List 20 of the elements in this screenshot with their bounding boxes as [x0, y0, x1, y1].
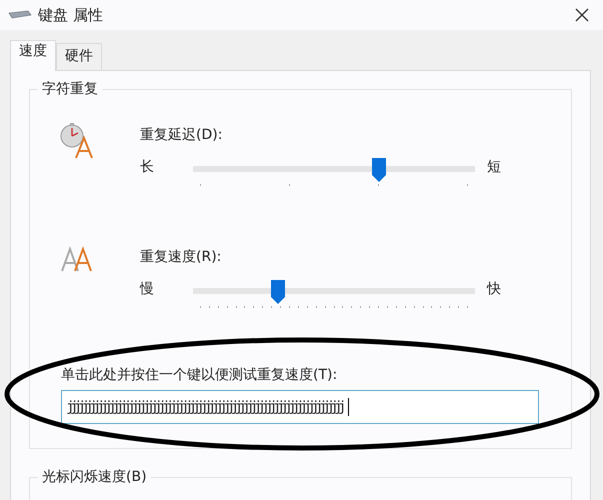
slider-label: 重复延迟(D): [140, 126, 224, 145]
tab[interactable]: 速度 [10, 40, 56, 71]
slider-min-label: 长 [140, 158, 155, 176]
close-icon[interactable] [575, 8, 589, 22]
slider-max-label: 快 [486, 280, 502, 298]
slider[interactable] [192, 280, 476, 310]
group-title: 字符重复 [38, 80, 102, 98]
keyboard-icon [8, 10, 32, 20]
slider-thumb[interactable] [372, 158, 386, 182]
slider-thumb[interactable] [270, 280, 285, 304]
slider[interactable] [192, 158, 476, 188]
input-field[interactable]: jjjjjjjjjjjjjjjjjjjjjjjjjjjjjjjjjjjjjjjjjjjjjjjjjjjjjjjjjjjjjjjjjjjjjjjj [61, 390, 539, 424]
slider-min-label: 慢 [140, 280, 155, 298]
stopwatch-icon [60, 122, 96, 160]
slider-max-label: 短 [486, 158, 502, 176]
group-title: 光标闪烁速度(B) [38, 468, 151, 486]
tab[interactable]: 硬件 [56, 43, 102, 70]
field-label: 单击此处并按住一个键以便测试重复速度(T): [61, 366, 338, 385]
slider-label: 重复速度(R): [140, 248, 222, 267]
window-title: 键盘 属性 [38, 6, 104, 24]
